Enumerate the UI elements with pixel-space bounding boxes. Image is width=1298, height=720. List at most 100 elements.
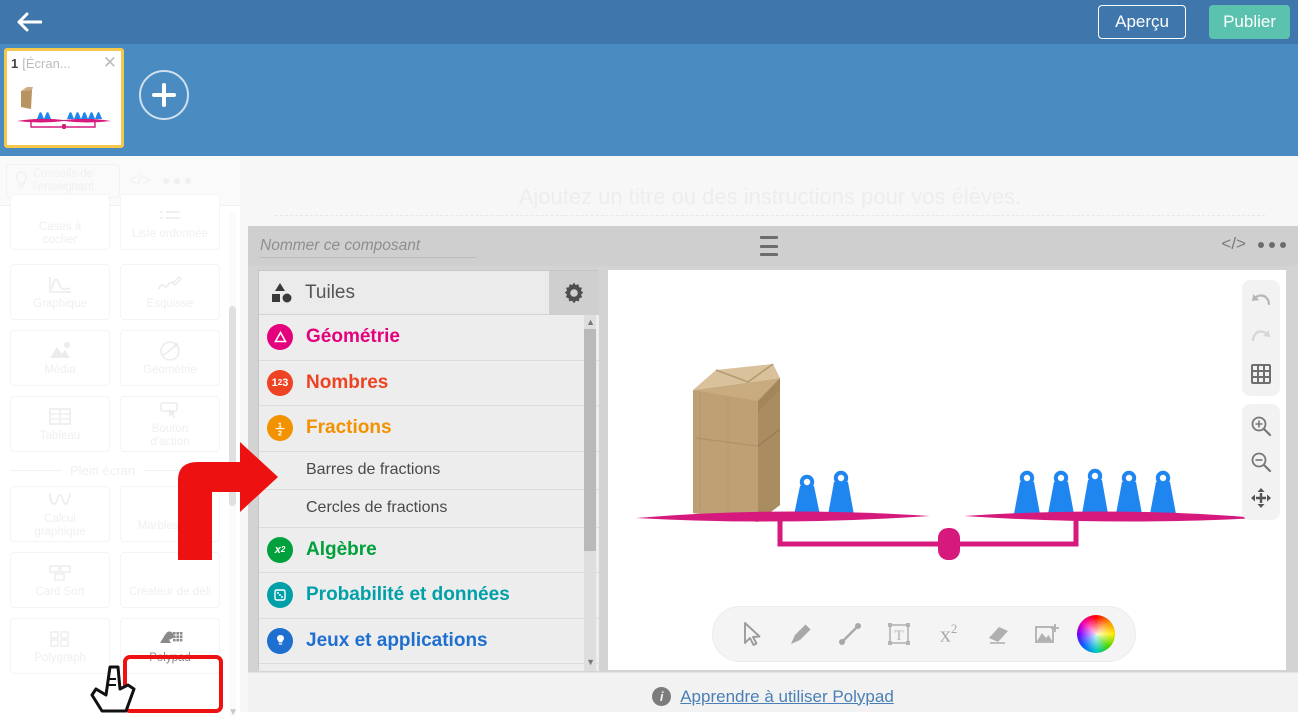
right-pan-beam bbox=[964, 511, 1258, 522]
eraser-icon bbox=[988, 627, 1008, 644]
tool-card-sort[interactable]: Card Sort bbox=[10, 552, 110, 608]
tiles-item-probabilite-et-donnees[interactable]: Probabilité et données bbox=[259, 573, 599, 619]
close-icon[interactable]: ✕ bbox=[103, 54, 117, 71]
undo-icon bbox=[1251, 294, 1271, 306]
tiles-item-nombres[interactable]: 123 Nombres bbox=[259, 361, 599, 406]
card-sort-icon bbox=[48, 562, 72, 584]
tool-liste-ordonnee[interactable]: Liste ordonnée bbox=[120, 194, 220, 250]
tiles-item-label: Géométrie bbox=[306, 326, 400, 348]
tool-label: Cases à cocher bbox=[38, 221, 82, 246]
history-tools-group bbox=[1242, 280, 1280, 396]
tool-geometrie[interactable]: Géométrie bbox=[120, 330, 220, 386]
hamburger-icon[interactable] bbox=[756, 236, 782, 256]
tool-label: Graphique bbox=[33, 297, 87, 310]
select-cursor-button[interactable] bbox=[732, 614, 772, 654]
tool-esquisse[interactable]: Esquisse bbox=[120, 264, 220, 320]
tiles-subitem-barres-de-fractions[interactable]: Barres de fractions bbox=[259, 452, 599, 490]
polypad-canvas[interactable]: T x2 bbox=[608, 270, 1286, 670]
teacher-tips-label: Conseils de l'enseignant bbox=[33, 167, 95, 193]
lightbulb-icon bbox=[15, 170, 28, 188]
tool-row: Cases à cocher Liste ordonnée bbox=[10, 194, 222, 250]
tool-marbleslides[interactable]: Marbleslides bbox=[120, 486, 220, 542]
zoom-tools-group bbox=[1242, 404, 1280, 520]
tiles-item-label: Nombres bbox=[306, 371, 389, 393]
back-button[interactable] bbox=[12, 6, 46, 38]
line-icon bbox=[839, 623, 862, 645]
tool-row: Polygraph Polypad bbox=[10, 618, 222, 674]
fraction-icon: 12 bbox=[267, 415, 293, 442]
left-pan-weights bbox=[794, 470, 854, 515]
tool-cases-a-cocher[interactable]: Cases à cocher bbox=[10, 194, 110, 250]
tiles-item-algebre[interactable]: x2 Algèbre bbox=[259, 528, 599, 573]
chevron-down-icon[interactable]: ▼ bbox=[228, 707, 238, 718]
slide-thumbnail-1[interactable]: 1 [Écran... ✕ bbox=[4, 48, 124, 148]
arrow-left-icon bbox=[17, 12, 42, 32]
graphing-calculator-icon bbox=[47, 489, 73, 511]
tiles-subitem-cercles-de-fractions[interactable]: Cercles de fractions bbox=[259, 490, 599, 528]
add-image-icon bbox=[1035, 624, 1060, 643]
publish-button[interactable]: Publier bbox=[1209, 5, 1290, 39]
tool-tableau[interactable]: Tableau bbox=[10, 396, 110, 452]
tool-createur-de-defi[interactable]: Créateur de défi bbox=[120, 552, 220, 608]
tool-polygraph[interactable]: Polygraph bbox=[10, 618, 110, 674]
line-button[interactable] bbox=[830, 614, 870, 654]
tool-calcul-graphique[interactable]: Calcul graphique bbox=[10, 486, 110, 542]
tool-label: Esquisse bbox=[146, 297, 194, 310]
tool-label: Créateur de défi bbox=[128, 585, 212, 598]
component-name-input[interactable] bbox=[260, 234, 476, 258]
color-wheel-icon bbox=[1077, 615, 1116, 653]
tool-label: Bouton d'action bbox=[150, 423, 190, 448]
chevron-down-icon[interactable]: ▼ bbox=[586, 657, 595, 667]
zoom-out-button[interactable] bbox=[1242, 444, 1280, 480]
slide-strip: 1 [Écran... ✕ bbox=[0, 44, 1298, 156]
text-box-button[interactable]: T bbox=[879, 614, 919, 654]
learn-polypad-link[interactable]: Apprendre à utiliser Polypad bbox=[680, 687, 894, 707]
tool-bouton-action[interactable]: Bouton d'action bbox=[120, 396, 220, 452]
tiles-item-geometrie[interactable]: Géométrie bbox=[259, 315, 599, 361]
grid-button[interactable] bbox=[1242, 356, 1280, 392]
undo-button[interactable] bbox=[1242, 284, 1280, 320]
code-icon[interactable]: </> bbox=[128, 172, 151, 190]
tiles-item-jeux-et-applications[interactable]: Jeux et applications bbox=[259, 619, 599, 664]
image-icon bbox=[47, 340, 73, 362]
balance-scale-scene bbox=[636, 363, 1258, 560]
polypad-icon bbox=[157, 628, 183, 650]
balance-fulcrum bbox=[938, 528, 960, 560]
zoom-in-button[interactable] bbox=[1242, 408, 1280, 444]
tiles-item-fractions[interactable]: 12 Fractions bbox=[259, 406, 599, 452]
add-slide-button[interactable] bbox=[139, 70, 189, 120]
tiles-settings-button[interactable] bbox=[549, 271, 599, 315]
eraser-button[interactable] bbox=[978, 614, 1018, 654]
pan-move-button[interactable] bbox=[1242, 480, 1280, 516]
tool-row: Card Sort Créateur de défi bbox=[10, 552, 222, 608]
redo-icon bbox=[1251, 330, 1271, 342]
chevron-up-icon[interactable]: ▲ bbox=[586, 317, 595, 327]
tool-label: Géométrie bbox=[143, 363, 197, 376]
slide-number: 1 bbox=[11, 55, 19, 71]
sidebar-scrollbar-thumb[interactable] bbox=[229, 306, 236, 506]
tool-graphique[interactable]: Graphique bbox=[10, 264, 110, 320]
tool-polypad[interactable]: Polypad bbox=[120, 618, 220, 674]
more-dots-icon[interactable] bbox=[1258, 242, 1286, 248]
grid-icon bbox=[1251, 364, 1271, 384]
tool-label: Card Sort bbox=[35, 585, 85, 598]
ordered-list-icon bbox=[157, 204, 183, 226]
tiles-panel: Tuiles Géométrie 1 2 3 Nombres 1 2 Fract… bbox=[258, 270, 599, 671]
equation-icon: x2 bbox=[939, 620, 958, 647]
teacher-tips-button[interactable]: Conseils de l'enseignant bbox=[6, 163, 120, 198]
code-icon[interactable]: </> bbox=[1221, 234, 1246, 254]
pen-button[interactable] bbox=[781, 614, 821, 654]
tiles-item-label: Algèbre bbox=[306, 538, 377, 560]
svg-text:2: 2 bbox=[278, 428, 282, 436]
more-dots-icon[interactable] bbox=[163, 177, 192, 184]
redo-button[interactable] bbox=[1242, 320, 1280, 356]
tiles-scrollbar-thumb[interactable] bbox=[584, 329, 596, 551]
canvas-bottom-toolbar: T x2 bbox=[712, 606, 1136, 662]
color-button[interactable] bbox=[1076, 614, 1116, 654]
tool-media[interactable]: Média bbox=[10, 330, 110, 386]
balance-stand bbox=[777, 520, 1079, 547]
equation-button[interactable]: x2 bbox=[929, 614, 969, 654]
add-image-button[interactable] bbox=[1027, 614, 1067, 654]
preview-button[interactable]: Aperçu bbox=[1098, 5, 1186, 39]
screen-title-input[interactable]: Ajoutez un titre ou des instructions pou… bbox=[275, 184, 1265, 216]
